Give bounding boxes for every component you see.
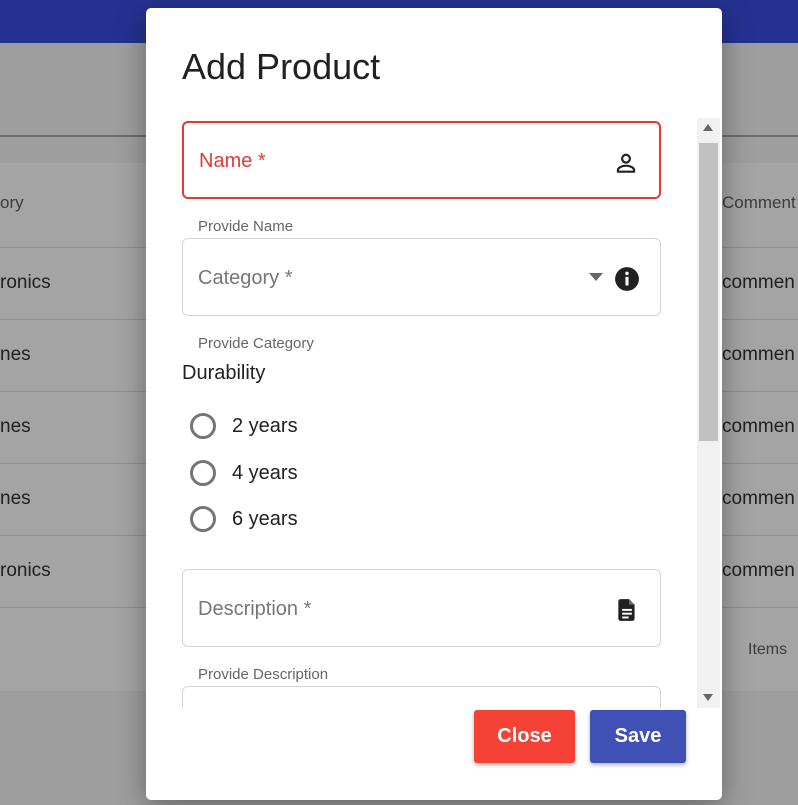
durability-option-2-years[interactable]: 2 years — [190, 413, 390, 441]
radio-button[interactable] — [190, 506, 216, 532]
table-row: commen — [718, 463, 798, 535]
info-icon[interactable] — [614, 266, 640, 292]
dialog-title: Add Product — [182, 46, 381, 87]
scroll-up-arrow-icon[interactable] — [703, 124, 713, 131]
table-row: nes — [0, 319, 150, 391]
category-helper-text: Provide Category — [198, 335, 314, 352]
table-row: nes — [0, 463, 150, 535]
table-row: commen — [718, 319, 798, 391]
table-row: commen — [718, 391, 798, 463]
description-field[interactable]: Description * — [182, 569, 661, 647]
radio-button[interactable] — [190, 413, 216, 439]
scroll-down-arrow-icon[interactable] — [703, 694, 713, 701]
table-row-divider — [0, 607, 150, 679]
durability-option-6-years[interactable]: 6 years — [190, 506, 390, 534]
description-helper-text: Provide Description — [198, 666, 329, 683]
table-column-comment: Comment commen commen commen commen comm… — [718, 163, 798, 691]
table-row: commen — [718, 535, 798, 607]
table-row: nes — [0, 391, 150, 463]
radio-button[interactable] — [190, 460, 216, 486]
dropdown-arrow-icon[interactable] — [589, 273, 603, 281]
name-field-label: Name * — [199, 150, 266, 172]
table-column-category: ory ronics nes nes nes ronics — [0, 163, 150, 691]
column-header-category: ory — [0, 193, 24, 212]
scrollbar-thumb[interactable] — [699, 143, 718, 441]
table-row: commen — [718, 247, 798, 319]
dialog-scrollbar[interactable] — [697, 118, 720, 708]
pagination-items-label: Items — [748, 641, 788, 658]
table-row: ronics — [0, 535, 150, 607]
name-helper-text: Provide Name — [198, 218, 294, 235]
person-icon — [616, 153, 636, 173]
category-field-label: Category * — [198, 267, 293, 289]
next-field[interactable] — [182, 686, 661, 708]
category-select[interactable]: Category * — [182, 238, 661, 316]
close-button[interactable]: Close — [474, 710, 575, 763]
save-button[interactable]: Save — [590, 710, 686, 763]
dialog-form-scroll-area[interactable]: Name * Provide Name Category * Provide C… — [182, 118, 696, 708]
add-product-dialog: Add Product Name * Provide Name Category… — [146, 8, 722, 800]
name-field[interactable]: Name * — [182, 121, 661, 199]
description-field-label: Description * — [198, 598, 312, 620]
durability-option-4-years[interactable]: 4 years — [190, 460, 390, 488]
table-row: ronics — [0, 247, 150, 319]
document-icon — [618, 599, 635, 621]
durability-label: Durability — [182, 362, 266, 384]
column-header-comment: Comment — [722, 193, 796, 212]
